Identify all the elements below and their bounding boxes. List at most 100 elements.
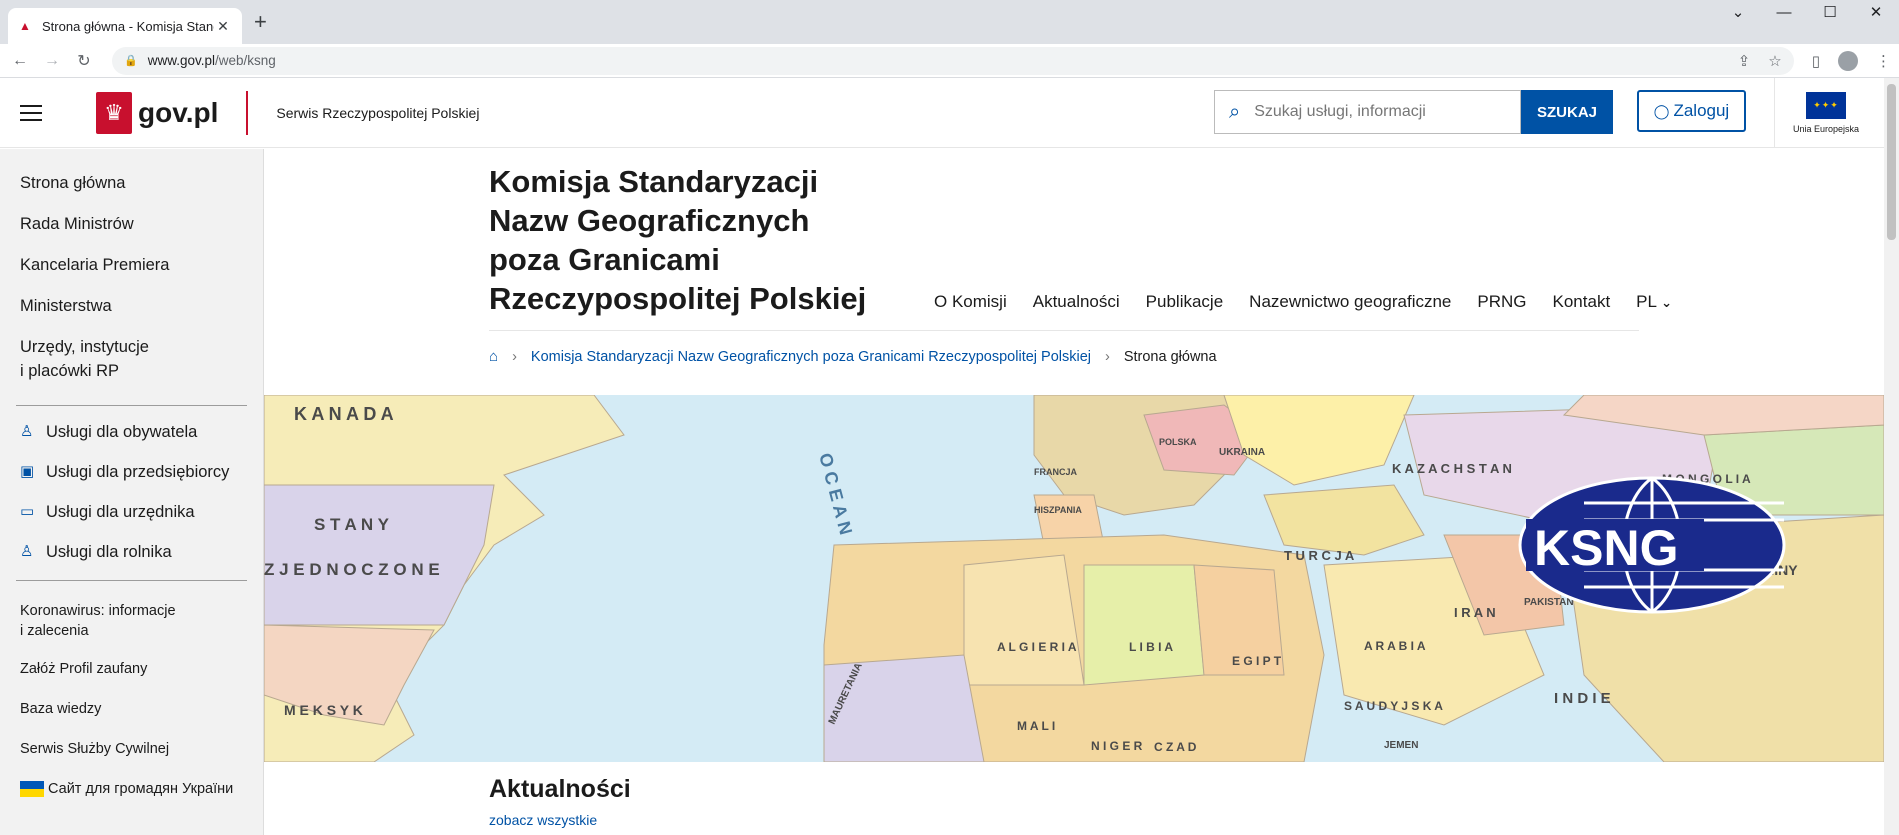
header-divider: [489, 330, 1639, 331]
eagle-emblem-icon: ♛: [96, 91, 132, 134]
nav-kontakt[interactable]: Kontakt: [1553, 292, 1611, 312]
profile-avatar[interactable]: [1838, 50, 1858, 71]
sidebar-extra-links: Koronawirus: informacje i zalecenia Załóż…: [0, 601, 263, 801]
govpl-logo[interactable]: ♛ gov.pl: [96, 91, 218, 134]
top-navigation: O Komisji Aktualności Publikacje Nazewni…: [934, 292, 1672, 312]
sidebar-item-rolnik[interactable]: ♙ Usługi dla rolnika: [0, 540, 263, 564]
nav-o-komisji[interactable]: O Komisji: [934, 292, 1007, 312]
nav-nazewnictwo[interactable]: Nazewnictwo geograficzne: [1249, 292, 1451, 312]
lock-icon: 🔒: [124, 55, 138, 67]
eu-label: Unia Europejska: [1793, 124, 1860, 134]
sidebar-item-urzedy-line1: Urzędy, instytucje: [20, 338, 149, 356]
sidebar-item-label: Usługi dla obywatela: [46, 423, 198, 441]
page-title-line: Rzeczypospolitej Polskiej: [489, 281, 867, 316]
eu-flag-icon: ✦✦✦: [1806, 92, 1847, 119]
map-label: E G I P T: [1232, 654, 1282, 668]
scrollbar-thumb[interactable]: [1887, 84, 1896, 240]
map-label: A L G I E R I A: [997, 640, 1077, 654]
search-input[interactable]: ⌕ Szukaj usługi, informacji: [1214, 90, 1521, 134]
map-label: T U R C J A: [1284, 548, 1355, 563]
page-title-line: Komisja Standaryzacji: [489, 164, 819, 199]
map-label: PAKISTAN: [1524, 597, 1574, 608]
land-libya: [1083, 564, 1205, 686]
sidebar-item-strona-glowna[interactable]: Strona główna: [0, 171, 263, 195]
map-label: S A U D Y J S K A: [1344, 699, 1443, 713]
new-tab-icon[interactable]: +: [254, 11, 267, 33]
nav-prng[interactable]: PRNG: [1477, 292, 1526, 312]
sidebar-main-nav: Strona główna Rada Ministrów Kancelaria …: [0, 149, 263, 383]
breadcrumb-current: Strona główna: [1123, 348, 1217, 365]
favicon-icon: ▲: [19, 19, 31, 33]
forward-icon[interactable]: →: [40, 52, 64, 70]
map-label: JEMEN: [1384, 740, 1418, 751]
land-mauritania-mali: [823, 654, 985, 762]
map-label: UKRAINA: [1219, 447, 1265, 458]
ksng-logo-text: KSNG: [1534, 520, 1678, 576]
sidebar-item-kancelaria[interactable]: Kancelaria Premiera: [0, 253, 263, 277]
person-icon: ♙: [20, 543, 34, 560]
map-label: L I B I A: [1129, 640, 1173, 654]
chevron-right-icon: ›: [512, 348, 517, 365]
sidebar-item-ukraina[interactable]: Сайт для громадян України: [0, 777, 263, 801]
sidebar-divider: [16, 405, 247, 406]
sidebar-item-obywatel[interactable]: ♙ Usługi dla obywatela: [0, 420, 263, 444]
url-field[interactable]: 🔒 www.gov.pl/web/ksng ⇪ ☆: [112, 46, 1794, 75]
sidebar-divider: [16, 580, 247, 581]
sidebar-item-rada-ministrow[interactable]: Rada Ministrów: [0, 212, 263, 236]
sidebar-item-urzedy-line2: i placówki RP: [20, 362, 120, 380]
sidebar-item-urzednik[interactable]: ▭ Usługi dla urzędnika: [0, 500, 263, 524]
search-form: ⌕ Szukaj usługi, informacji SZUKAJ: [1214, 90, 1613, 134]
sidebar-item-koronawirus[interactable]: Koronawirus: informacje i zalecenia: [0, 601, 263, 641]
news-see-all-link[interactable]: zobacz wszystkie: [489, 812, 597, 828]
briefcase-icon: ▣: [20, 463, 35, 480]
sidebar-item-ministerstwa[interactable]: Ministerstwa: [0, 294, 263, 318]
logo-divider: [246, 90, 249, 135]
sidebar-item-label: Usługi dla urzędnika: [46, 503, 195, 521]
user-icon: ◯: [1653, 102, 1670, 119]
search-icon: ⌕: [1229, 100, 1241, 123]
maximize-icon[interactable]: ☐: [1807, 0, 1853, 28]
sidebar-item-baza-wiedzy[interactable]: Baza wiedzy: [0, 697, 263, 721]
language-selector[interactable]: PL ⌄: [1636, 292, 1672, 312]
address-bar: ← → ↻ 🔒 www.gov.pl/web/ksng ⇪ ☆ ▯ ⋮: [0, 44, 1899, 78]
sidebar-item-przedsiebiorca[interactable]: ▣ Usługi dla przedsiębiorcy: [0, 460, 263, 484]
bookmark-star-icon[interactable]: ☆: [1768, 52, 1781, 70]
window-controls: ⌄ — ☐ ✕: [1715, 0, 1899, 28]
nav-aktualnosci[interactable]: Aktualności: [1033, 292, 1120, 312]
browser-menu-icon[interactable]: ⋮: [1876, 52, 1891, 70]
close-window-icon[interactable]: ✕: [1853, 0, 1899, 28]
browser-tab[interactable]: ▲ Strona główna - Komisja Standar ✕: [8, 8, 242, 44]
laptop-icon: ▭: [20, 503, 35, 520]
tab-search-icon[interactable]: ⌄: [1715, 0, 1761, 28]
map-label: S T A N Y: [314, 515, 390, 534]
home-icon[interactable]: ⌂: [489, 348, 498, 365]
side-panel-icon[interactable]: ▯: [1812, 52, 1820, 70]
search-button[interactable]: SZUKAJ: [1521, 90, 1613, 134]
close-tab-icon[interactable]: ✕: [214, 18, 232, 35]
reload-icon[interactable]: ↻: [72, 51, 96, 71]
minimize-icon[interactable]: —: [1761, 0, 1807, 28]
back-icon[interactable]: ←: [8, 52, 32, 70]
map-label: I R A N: [1454, 605, 1496, 620]
menu-icon[interactable]: [0, 104, 62, 121]
url-domain: www.gov.pl: [147, 53, 215, 68]
eu-logo[interactable]: ✦✦✦ Unia Europejska: [1774, 78, 1859, 148]
map-label: I N D I E: [1554, 690, 1611, 707]
sidebar-item-koronawirus-line2: i zalecenia: [20, 623, 89, 639]
language-label: PL: [1636, 292, 1657, 311]
ksng-logo: KSNG: [1518, 476, 1786, 614]
map-label: FRANCJA: [1034, 467, 1078, 477]
breadcrumb-link[interactable]: Komisja Standaryzacji Nazw Geograficznyc…: [531, 349, 1091, 365]
map-label: M E K S Y K: [284, 702, 363, 718]
sidebar-services: ♙ Usługi dla obywatela ▣ Usługi dla przeds…: [0, 420, 263, 564]
sidebar-item-profil-zaufany[interactable]: Załóż Profil zaufany: [0, 657, 263, 681]
login-button[interactable]: ◯ Zaloguj: [1637, 90, 1746, 132]
chevron-down-icon: ⌄: [1661, 295, 1672, 310]
breadcrumb: ⌂ › Komisja Standaryzacji Nazw Geografic…: [489, 348, 1217, 365]
sidebar-item-sluzba-cywilna[interactable]: Serwis Służby Cywilnej: [0, 737, 263, 761]
nav-publikacje[interactable]: Publikacje: [1146, 292, 1224, 312]
sidebar-item-label: Usługi dla rolnika: [46, 543, 172, 561]
share-icon[interactable]: ⇪: [1738, 52, 1751, 70]
sidebar-item-urzedy[interactable]: Urzędy, instytucje i placówki RP: [0, 335, 263, 383]
map-label: Z J E D N O C Z O N E: [264, 560, 440, 579]
